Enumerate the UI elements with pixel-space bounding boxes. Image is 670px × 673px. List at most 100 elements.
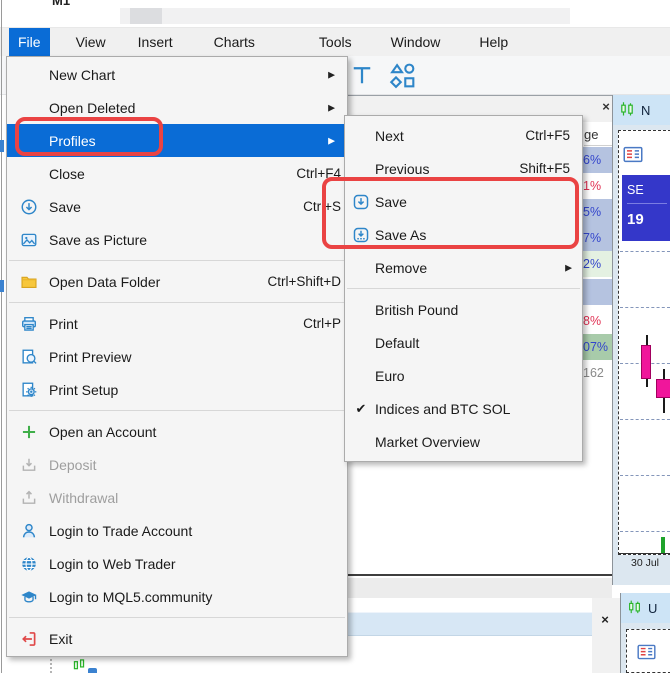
menubar-item-view[interactable]: View (67, 28, 115, 56)
menu-item-label: Open Data Folder (49, 274, 267, 290)
blank-icon-space (17, 164, 41, 184)
menubar: File View Insert Charts Tools Window Hel… (0, 28, 670, 56)
market-watch-change-column-header[interactable]: ge (584, 127, 612, 146)
chart-title-fragment: N (641, 103, 650, 118)
blank-icon-space (351, 159, 371, 179)
x-axis-date-label: 30 Jul (631, 557, 659, 569)
menu-item-print-setup[interactable]: Print Setup (7, 373, 347, 406)
chart-window-top: N SE 19 30 Jul (612, 95, 670, 585)
person-icon (17, 521, 41, 541)
one-click-trading-icon[interactable] (637, 644, 656, 663)
submenu-item-british-pound[interactable]: British Pound (345, 293, 582, 326)
withdrawal-icon (17, 488, 41, 508)
menu-separator (9, 260, 345, 261)
menu-item-print-preview[interactable]: Print Preview (7, 340, 347, 373)
one-click-trading-icon[interactable] (623, 146, 643, 166)
submenu-item-default[interactable]: Default (345, 326, 582, 359)
menu-item-label: Deposit (49, 457, 347, 473)
file-menu: New Chart ▶ Open Deleted ▶ Profiles ▶ Cl… (6, 56, 348, 657)
chart-area[interactable]: SE 19 (618, 130, 670, 555)
submenu-item-market-overview[interactable]: Market Overview (345, 425, 582, 458)
print-setup-icon (17, 380, 41, 400)
menubar-item-tools[interactable]: Tools (310, 28, 361, 56)
window-title-fragment: M1 (52, 0, 70, 8)
titlebar-strip (120, 8, 570, 24)
market-watch-row[interactable]: 2% (583, 251, 612, 277)
menu-item-close[interactable]: Close Ctrl+F4 (7, 157, 347, 190)
menu-item-label: Profiles (49, 133, 347, 149)
menu-item-label: Next (375, 128, 525, 144)
submenu-item-next[interactable]: Next Ctrl+F5 (345, 119, 582, 152)
menu-item-label: Print Setup (49, 382, 347, 398)
submenu-item-remove[interactable]: Remove ▶ (345, 251, 582, 284)
market-watch-row[interactable]: 1% (583, 173, 612, 199)
menu-item-exit[interactable]: Exit (7, 622, 347, 655)
print-preview-icon (17, 347, 41, 367)
dock-close-icon[interactable]: × (597, 612, 613, 628)
menu-item-label: Previous (375, 161, 519, 177)
menu-item-label: Euro (375, 368, 582, 384)
market-watch-row[interactable]: 6% (583, 147, 612, 173)
blank-icon-space (17, 65, 41, 85)
menu-item-open-deleted[interactable]: Open Deleted ▶ (7, 91, 347, 124)
menubar-item-window[interactable]: Window (382, 28, 450, 56)
chart-window-bottom: U (620, 593, 670, 673)
submenu-arrow-icon: ▶ (565, 262, 572, 273)
menubar-item-help[interactable]: Help (470, 28, 517, 56)
menu-item-profiles[interactable]: Profiles ▶ (7, 124, 347, 157)
menu-item-label: Save (375, 194, 582, 210)
menu-item-login-web-trader[interactable]: Login to Web Trader (7, 547, 347, 580)
deposit-icon (17, 455, 41, 475)
menu-item-deposit: Deposit (7, 448, 347, 481)
menu-item-save-as-picture[interactable]: Save as Picture (7, 223, 347, 256)
text-tool-icon[interactable] (350, 62, 374, 88)
menu-item-new-chart[interactable]: New Chart ▶ (7, 58, 347, 91)
menu-item-open-an-account[interactable]: Open an Account (7, 415, 347, 448)
blank-icon-space (17, 98, 41, 118)
market-watch-row[interactable]: 8% (583, 308, 612, 334)
menu-item-label: Login to MQL5.community (49, 589, 347, 605)
submenu-item-save-as[interactable]: Save As (345, 218, 582, 251)
menu-item-shortcut: Ctrl+F4 (296, 166, 341, 181)
dock-caption-bar[interactable] (344, 612, 592, 636)
submenu-item-indices-and-btc-sol[interactable]: ✔ Indices and BTC SOL (345, 392, 582, 425)
menu-separator (9, 617, 345, 618)
menu-item-label: Login to Web Trader (49, 556, 347, 572)
panel-divider (344, 574, 612, 576)
blank-icon-space (351, 366, 371, 386)
menu-item-open-data-folder[interactable]: Open Data Folder Ctrl+Shift+D (7, 265, 347, 298)
chart-area[interactable] (626, 629, 670, 673)
market-watch-row[interactable]: 07% (583, 334, 612, 360)
chart-window-bottom-header[interactable]: U (621, 593, 670, 623)
market-watch-row[interactable] (583, 279, 612, 305)
candles-icon (627, 599, 642, 618)
menu-item-print[interactable]: Print Ctrl+P (7, 307, 347, 340)
submenu-item-previous[interactable]: Previous Shift+F5 (345, 152, 582, 185)
submenu-arrow-icon: ▶ (328, 69, 335, 80)
blank-icon-space (351, 258, 371, 278)
menu-item-login-trade-account[interactable]: Login to Trade Account (7, 514, 347, 547)
menu-item-label: Login to Trade Account (49, 523, 347, 539)
menu-item-label: Withdrawal (49, 490, 347, 506)
market-watch-row[interactable]: 162 (583, 360, 612, 386)
blank-icon-space (17, 131, 41, 151)
market-watch-row[interactable]: 7% (583, 225, 612, 251)
blank-icon-space (351, 432, 371, 452)
menubar-item-charts[interactable]: Charts (205, 28, 264, 56)
menu-item-login-mql5[interactable]: Login to MQL5.community (7, 580, 347, 613)
clipped-icon-fragment (88, 668, 97, 673)
menu-item-label: Remove (375, 260, 582, 276)
menu-item-save[interactable]: Save Ctrl+S (7, 190, 347, 223)
shapes-tool-icon[interactable] (388, 62, 418, 90)
menu-item-label: Market Overview (375, 434, 582, 450)
dock-corner (592, 598, 620, 673)
menubar-item-insert[interactable]: Insert (129, 28, 182, 56)
sell-label-fragment: SE (622, 175, 670, 197)
chart-window-top-header[interactable]: N (613, 95, 670, 125)
sell-button[interactable]: SE 19 (622, 175, 670, 241)
menubar-item-file[interactable]: File (9, 28, 50, 56)
sell-price-fragment: 19 (622, 204, 670, 228)
submenu-item-save[interactable]: Save (345, 185, 582, 218)
market-watch-row[interactable]: 5% (583, 199, 612, 225)
submenu-item-euro[interactable]: Euro (345, 359, 582, 392)
